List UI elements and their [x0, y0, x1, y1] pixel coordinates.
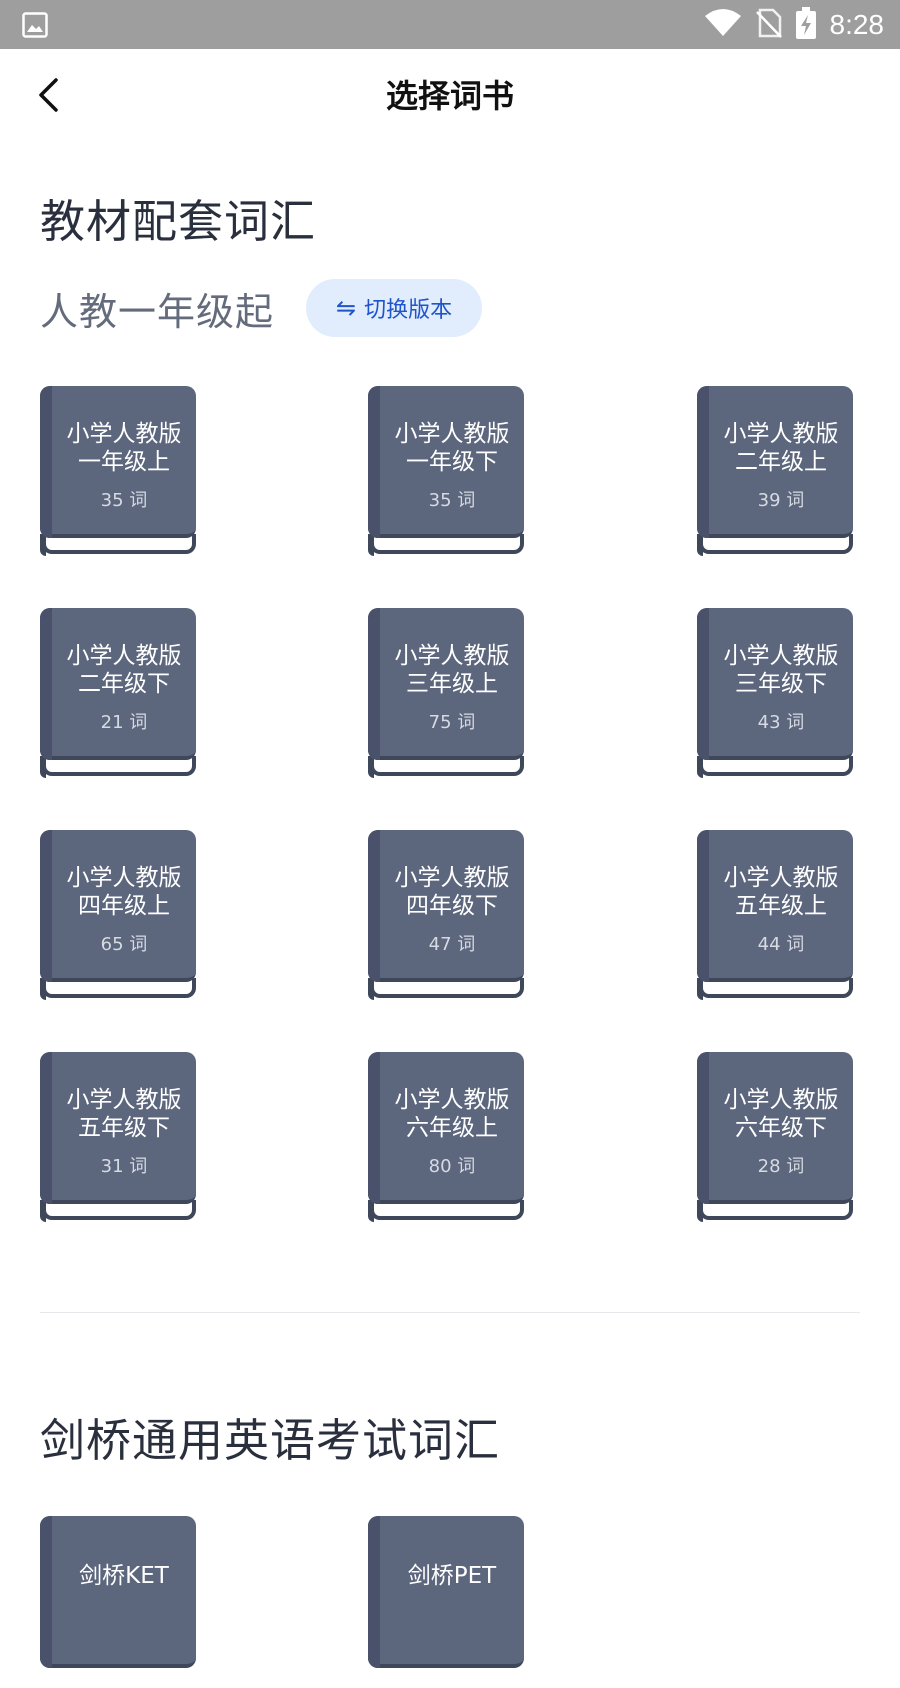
no-sim-icon	[755, 8, 782, 42]
book-name: 小学人教版	[723, 1087, 839, 1113]
book-name: 剑桥PET	[407, 1563, 497, 1589]
book-word-count: 35 词	[100, 490, 148, 511]
page-title: 选择词书	[385, 77, 514, 115]
book-grade: 三年级下	[735, 671, 827, 697]
book-grade: 六年级上	[406, 1115, 498, 1141]
book-card[interactable]: 小学人教版 六年级上 80 词	[368, 1052, 524, 1224]
book-name: 小学人教版	[66, 421, 182, 447]
book-card[interactable]: 小学人教版 一年级上 35 词	[40, 386, 196, 558]
book-word-count: 80 词	[428, 1156, 476, 1177]
book-card[interactable]: 小学人教版 四年级上 65 词	[40, 830, 196, 1002]
book-name: 小学人教版	[394, 643, 510, 669]
book-card[interactable]: 小学人教版 六年级下 28 词	[697, 1052, 853, 1224]
book-grade: 六年级下	[735, 1115, 827, 1141]
status-time: 8:28	[829, 8, 885, 40]
book-grade: 二年级上	[735, 449, 827, 475]
section-title-cambridge: 剑桥通用英语考试词汇	[40, 1414, 501, 1467]
section-title-textbook: 教材配套词汇	[40, 195, 317, 248]
book-card[interactable]: 剑桥KET	[40, 1516, 196, 1688]
book-word-count: 43 词	[757, 712, 805, 733]
book-word-count: 75 词	[428, 712, 476, 733]
section-divider	[40, 1312, 860, 1313]
book-grade: 四年级下	[406, 893, 498, 919]
switch-edition-button[interactable]: ⇋ 切换版本	[306, 279, 483, 337]
swap-arrows-icon: ⇋	[335, 294, 357, 322]
book-word-count: 47 词	[428, 934, 476, 955]
book-grade: 三年级上	[406, 671, 498, 697]
book-name: 小学人教版	[723, 643, 839, 669]
book-card[interactable]: 小学人教版 二年级下 21 词	[40, 608, 196, 780]
book-grade: 四年级上	[78, 893, 170, 919]
book-word-count: 21 词	[100, 712, 148, 733]
book-word-count: 28 词	[757, 1156, 805, 1177]
book-word-count: 65 词	[100, 934, 148, 955]
book-card[interactable]: 小学人教版 二年级上 39 词	[697, 386, 853, 558]
book-card[interactable]: 小学人教版 三年级下 43 词	[697, 608, 853, 780]
book-name: 小学人教版	[394, 865, 510, 891]
book-word-count: 31 词	[100, 1156, 148, 1177]
book-grade: 一年级上	[78, 449, 170, 475]
navigation-bar: 选择词书	[0, 49, 900, 141]
book-grade: 二年级下	[78, 671, 170, 697]
book-card[interactable]: 小学人教版 五年级上 44 词	[697, 830, 853, 1002]
switch-edition-label: 切换版本	[364, 298, 453, 323]
book-name: 小学人教版	[723, 421, 839, 447]
edition-label: 人教一年级起	[40, 289, 275, 334]
book-grade: 一年级下	[406, 449, 498, 475]
book-card[interactable]: 小学人教版 四年级下 47 词	[368, 830, 524, 1002]
book-grade: 五年级下	[78, 1115, 170, 1141]
book-name: 小学人教版	[66, 865, 182, 891]
book-card[interactable]: 小学人教版 一年级下 35 词	[368, 386, 524, 558]
book-word-count: 35 词	[428, 490, 476, 511]
book-card[interactable]: 小学人教版 五年级下 31 词	[40, 1052, 196, 1224]
book-grade: 五年级上	[735, 893, 827, 919]
book-name: 小学人教版	[394, 1087, 510, 1113]
book-card[interactable]: 剑桥PET	[368, 1516, 524, 1688]
book-name: 小学人教版	[66, 1087, 182, 1113]
book-word-count: 44 词	[757, 934, 805, 955]
book-name: 剑桥KET	[79, 1563, 169, 1589]
book-card[interactable]: 小学人教版 三年级上 75 词	[368, 608, 524, 780]
book-name: 小学人教版	[723, 865, 839, 891]
book-word-count: 39 词	[757, 490, 805, 511]
book-name: 小学人教版	[66, 643, 182, 669]
battery-charging-icon	[795, 6, 816, 43]
book-name: 小学人教版	[394, 421, 510, 447]
edition-row: 人教一年级起 ⇋ 切换版本	[40, 278, 483, 338]
status-bar: 8:28	[0, 0, 900, 49]
wifi-icon	[704, 8, 742, 42]
image-notification-icon	[22, 12, 48, 42]
